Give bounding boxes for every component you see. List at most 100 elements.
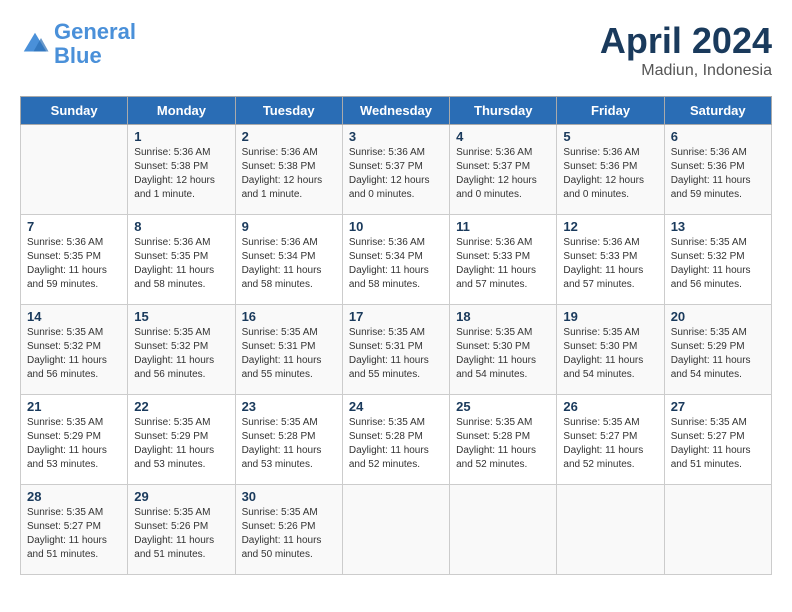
- month-title: April 2024: [600, 20, 772, 62]
- day-info: Sunrise: 5:35 AMSunset: 5:32 PMDaylight:…: [671, 236, 765, 292]
- table-row: 17 Sunrise: 5:35 AMSunset: 5:31 PMDayligh…: [342, 305, 449, 395]
- table-row: 3Sunrise: 5:36 AMSunset: 5:37 PMDaylight…: [342, 125, 449, 215]
- table-row: 7 Sunrise: 5:36 AMSunset: 5:35 PMDaylight…: [21, 215, 128, 305]
- table-row: 29 Sunrise: 5:35 AMSunset: 5:26 PMDayligh…: [128, 485, 235, 575]
- logo-part2: Blue: [54, 43, 102, 68]
- col-monday: Monday: [128, 97, 235, 125]
- col-friday: Friday: [557, 97, 664, 125]
- table-row: 21Sunrise: 5:35 AMSunset: 5:29 PMDayligh…: [21, 395, 128, 485]
- day-number: 18: [456, 309, 550, 324]
- table-row: 11 Sunrise: 5:36 AMSunset: 5:33 PMDayligh…: [450, 215, 557, 305]
- day-info: Sunrise: 5:36 AMSunset: 5:35 PMDaylight:…: [27, 236, 121, 292]
- col-wednesday: Wednesday: [342, 97, 449, 125]
- day-info: Sunrise: 5:36 AMSunset: 5:34 PMDaylight:…: [349, 236, 443, 292]
- day-number: 14: [27, 309, 121, 324]
- day-number: 29: [134, 489, 228, 504]
- calendar-table: Sunday Monday Tuesday Wednesday Thursday…: [20, 96, 772, 575]
- table-row: 4 Sunrise: 5:36 AMSunset: 5:37 PMDaylight…: [450, 125, 557, 215]
- day-info: Sunrise: 5:35 AMSunset: 5:32 PMDaylight:…: [27, 326, 121, 382]
- day-info: Sunrise: 5:35 AMSunset: 5:26 PMDaylight:…: [242, 506, 336, 562]
- table-row: 2Sunrise: 5:36 AMSunset: 5:38 PMDaylight…: [235, 125, 342, 215]
- day-info: Sunrise: 5:36 AMSunset: 5:35 PMDaylight:…: [134, 236, 228, 292]
- table-row: 16Sunrise: 5:35 AMSunset: 5:31 PMDayligh…: [235, 305, 342, 395]
- day-number: 28: [27, 489, 121, 504]
- calendar-week-row: 21 Sunrise: 5:35 AMSunset: 5:29 PMDayligh…: [21, 395, 772, 485]
- table-row: 13 Sunrise: 5:35 AMSunset: 5:32 PMDayligh…: [664, 215, 771, 305]
- day-number: 7: [27, 219, 121, 234]
- day-number: 5: [563, 129, 657, 144]
- day-number: 20: [671, 309, 765, 324]
- title-area: April 2024 Madiun, Indonesia: [600, 20, 772, 80]
- table-row: [342, 485, 449, 575]
- table-row: 10Sunrise: 5:36 AMSunset: 5:34 PMDayligh…: [342, 215, 449, 305]
- col-tuesday: Tuesday: [235, 97, 342, 125]
- day-number: 6: [671, 129, 765, 144]
- table-row: 1 Sunrise: 5:36 AMSunset: 5:38 PMDaylight…: [128, 125, 235, 215]
- logo-text: General Blue: [54, 20, 136, 68]
- table-row: 30 Sunrise: 5:35 AMSunset: 5:26 PMDayligh…: [235, 485, 342, 575]
- day-info: Sunrise: 5:35 AMSunset: 5:29 PMDaylight:…: [134, 416, 228, 472]
- calendar-week-row: 28 Sunrise: 5:35 AMSunset: 5:27 PMDayligh…: [21, 485, 772, 575]
- day-number: 15: [134, 309, 228, 324]
- table-row: 19 Sunrise: 5:35 AMSunset: 5:30 PMDayligh…: [557, 305, 664, 395]
- day-number: 25: [456, 399, 550, 414]
- day-number: 19: [563, 309, 657, 324]
- day-info: Sunrise: 5:35 AMSunset: 5:27 PMDaylight:…: [27, 506, 121, 562]
- calendar-week-row: 7 Sunrise: 5:36 AMSunset: 5:35 PMDaylight…: [21, 215, 772, 305]
- table-row: 6 Sunrise: 5:36 AMSunset: 5:36 PMDaylight…: [664, 125, 771, 215]
- day-number: 12: [563, 219, 657, 234]
- day-info: Sunrise: 5:36 AMSunset: 5:34 PMDaylight:…: [242, 236, 336, 292]
- table-row: 25 Sunrise: 5:35 AMSunset: 5:28 PMDayligh…: [450, 395, 557, 485]
- table-row: 24 Sunrise: 5:35 AMSunset: 5:28 PMDayligh…: [342, 395, 449, 485]
- logo-icon: [20, 29, 50, 59]
- day-number: 24: [349, 399, 443, 414]
- day-number: 30: [242, 489, 336, 504]
- logo-part1: General: [54, 19, 136, 44]
- day-info: Sunrise: 5:36 AMSunset: 5:36 PMDaylight:…: [671, 146, 765, 202]
- col-saturday: Saturday: [664, 97, 771, 125]
- day-info: Sunrise: 5:35 AMSunset: 5:30 PMDaylight:…: [563, 326, 657, 382]
- day-info: Sunrise: 5:36 AMSunset: 5:33 PMDaylight:…: [456, 236, 550, 292]
- day-number: 13: [671, 219, 765, 234]
- table-row: 22 Sunrise: 5:35 AMSunset: 5:29 PMDayligh…: [128, 395, 235, 485]
- day-number: 23: [242, 399, 336, 414]
- page-header: General Blue April 2024 Madiun, Indonesi…: [20, 20, 772, 80]
- day-info: Sunrise: 5:35 AMSunset: 5:28 PMDaylight:…: [456, 416, 550, 472]
- day-number: 22: [134, 399, 228, 414]
- day-number: 16: [242, 309, 336, 324]
- table-row: 26 Sunrise: 5:35 AMSunset: 5:27 PMDayligh…: [557, 395, 664, 485]
- table-row: 9 Sunrise: 5:36 AMSunset: 5:34 PMDaylight…: [235, 215, 342, 305]
- day-info: Sunrise: 5:35 AMSunset: 5:28 PMDaylight:…: [349, 416, 443, 472]
- day-number: 11: [456, 219, 550, 234]
- table-row: 12Sunrise: 5:36 AMSunset: 5:33 PMDayligh…: [557, 215, 664, 305]
- day-number: 21: [27, 399, 121, 414]
- table-row: 15Sunrise: 5:35 AMSunset: 5:32 PMDayligh…: [128, 305, 235, 395]
- table-row: 8 Sunrise: 5:36 AMSunset: 5:35 PMDaylight…: [128, 215, 235, 305]
- table-row: [450, 485, 557, 575]
- day-number: 27: [671, 399, 765, 414]
- calendar-week-row: 14 Sunrise: 5:35 AMSunset: 5:32 PMDayligh…: [21, 305, 772, 395]
- day-number: 4: [456, 129, 550, 144]
- calendar-week-row: 1 Sunrise: 5:36 AMSunset: 5:38 PMDaylight…: [21, 125, 772, 215]
- day-number: 1: [134, 129, 228, 144]
- day-number: 17: [349, 309, 443, 324]
- day-info: Sunrise: 5:36 AMSunset: 5:38 PMDaylight:…: [134, 146, 228, 202]
- table-row: 28 Sunrise: 5:35 AMSunset: 5:27 PMDayligh…: [21, 485, 128, 575]
- col-sunday: Sunday: [21, 97, 128, 125]
- day-number: 2: [242, 129, 336, 144]
- day-info: Sunrise: 5:35 AMSunset: 5:27 PMDaylight:…: [671, 416, 765, 472]
- day-info: Sunrise: 5:35 AMSunset: 5:27 PMDaylight:…: [563, 416, 657, 472]
- day-number: 3: [349, 129, 443, 144]
- day-number: 9: [242, 219, 336, 234]
- day-info: Sunrise: 5:35 AMSunset: 5:26 PMDaylight:…: [134, 506, 228, 562]
- table-row: [557, 485, 664, 575]
- day-info: Sunrise: 5:35 AMSunset: 5:30 PMDaylight:…: [456, 326, 550, 382]
- logo: General Blue: [20, 20, 136, 68]
- table-row: [21, 125, 128, 215]
- day-info: Sunrise: 5:36 AMSunset: 5:37 PMDaylight:…: [456, 146, 550, 202]
- day-info: Sunrise: 5:35 AMSunset: 5:31 PMDaylight:…: [349, 326, 443, 382]
- col-thursday: Thursday: [450, 97, 557, 125]
- day-number: 8: [134, 219, 228, 234]
- day-number: 26: [563, 399, 657, 414]
- day-info: Sunrise: 5:36 AMSunset: 5:36 PMDaylight:…: [563, 146, 657, 202]
